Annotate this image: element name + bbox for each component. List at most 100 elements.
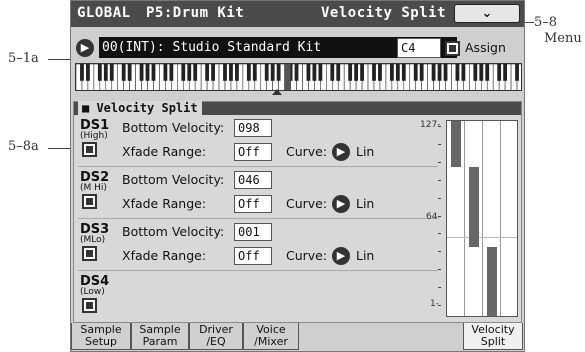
black-key [235, 64, 239, 81]
black-key [485, 64, 490, 81]
graph-column-divider [500, 121, 501, 316]
ds1-curve-arrow-icon[interactable]: ▶ [332, 143, 350, 161]
black-key [497, 64, 502, 81]
black-key [294, 64, 299, 81]
ds3-bottom-velocity-field[interactable]: 001 [234, 223, 272, 241]
tab-sample-param[interactable]: Sample Param [131, 323, 189, 350]
ds2-curve-arrow-icon[interactable]: ▶ [332, 195, 350, 213]
black-key [181, 64, 186, 81]
velocity-range-bar [487, 246, 497, 316]
graph-column-divider [482, 121, 483, 316]
velocity-split-panel: ■ Velocity Split DS1 (High) Bottom Veloc… [73, 101, 522, 323]
ds3-curve-label: Curve: [286, 248, 328, 263]
ds2-curve-label: Curve: [286, 196, 328, 211]
scale-tick [438, 161, 441, 163]
tab-label: Setup [84, 335, 118, 348]
page-menu-button[interactable]: ⌄ [454, 4, 520, 23]
title-bar: GLOBAL P5:Drum Kit Velocity Split ⌄ [71, 1, 524, 27]
tab-label: /Mixer [254, 335, 288, 348]
black-key [419, 64, 424, 81]
tab-velocity-split[interactable]: Velocity Split [463, 323, 523, 350]
ds3-curve-value[interactable]: Lin [356, 248, 374, 263]
ds2-checkbox[interactable] [82, 194, 97, 209]
scale-tick [438, 197, 441, 199]
assign-checkbox[interactable] [445, 41, 460, 56]
selected-key [284, 64, 291, 90]
black-key [389, 64, 394, 81]
black-key [252, 64, 257, 81]
ds1-curve-label: Curve: [286, 144, 328, 159]
divider [78, 166, 438, 167]
black-key [145, 64, 150, 81]
velocity-range-bar [469, 167, 479, 247]
ds1-bottom-velocity-label: Bottom Velocity: [122, 120, 225, 135]
keyboard-display[interactable] [75, 63, 522, 91]
chevron-down-icon: ⌄ [481, 6, 493, 21]
assign-label: Assign [465, 40, 506, 55]
scale-tick [438, 287, 441, 289]
panel-title: ■ Velocity Split [78, 101, 202, 115]
black-key [97, 64, 102, 81]
black-key [336, 64, 341, 81]
black-key [80, 64, 84, 81]
popup-arrow-icon[interactable]: ▶ [76, 39, 94, 57]
tab-label: Split [480, 335, 506, 348]
ds1-bottom-velocity-field[interactable]: 098 [234, 119, 272, 137]
tab-label: /EQ [206, 335, 226, 348]
tab-bar: Sample Setup Sample Param Driver/EQ Voice /… [71, 323, 524, 351]
callout-ds-group: 5–8a [8, 139, 39, 154]
ds1-checkbox[interactable] [82, 142, 97, 157]
black-key [395, 64, 400, 81]
black-key [312, 64, 317, 81]
key-position-marker-icon [272, 89, 282, 95]
black-key [306, 64, 311, 81]
graph-row-divider [447, 237, 517, 238]
black-key [413, 64, 418, 81]
scale-top-label: 127- [420, 120, 441, 130]
ds4-sub-label: (Low) [80, 287, 105, 297]
tab-sample-setup[interactable]: Sample Setup [71, 323, 131, 350]
ds4-checkbox[interactable] [82, 298, 97, 313]
ds2-xfade-field[interactable]: Off [234, 195, 272, 213]
ds2-bottom-velocity-field[interactable]: 046 [234, 171, 272, 189]
ds2-bottom-velocity-label: Bottom Velocity: [122, 172, 225, 187]
black-key [437, 64, 442, 81]
note-field[interactable]: C4 [397, 38, 441, 58]
black-key [229, 64, 233, 81]
black-key [455, 64, 460, 81]
black-key [348, 64, 353, 81]
black-key [443, 64, 448, 81]
black-key [354, 64, 359, 81]
black-key [151, 64, 156, 81]
black-key [86, 64, 90, 81]
black-key [121, 64, 126, 81]
ds2-curve-value[interactable]: Lin [356, 196, 374, 211]
ds3-sub-label: (MLo) [80, 235, 106, 245]
ds1-curve-value[interactable]: Lin [356, 144, 374, 159]
black-key [223, 64, 227, 81]
ds1-xfade-field[interactable]: Off [234, 143, 272, 161]
scale-tick [438, 305, 441, 306]
black-key [187, 64, 192, 81]
black-key [401, 64, 406, 81]
ds3-xfade-field[interactable]: Off [234, 247, 272, 265]
mode-label: GLOBAL [77, 5, 131, 21]
black-key [246, 64, 251, 81]
graph-column-divider [464, 121, 465, 316]
ds2-xfade-label: Xfade Range: [122, 196, 207, 211]
tab-driver-eq[interactable]: Driver/EQ [189, 323, 243, 350]
black-key [109, 64, 114, 81]
black-key [211, 64, 215, 81]
ds3-checkbox[interactable] [82, 246, 97, 261]
black-key [205, 64, 210, 81]
black-key [276, 64, 281, 81]
callout-menu-number: 5–8 [534, 15, 558, 30]
black-key [372, 64, 376, 81]
tab-label: Param [142, 335, 178, 348]
black-key [461, 64, 466, 81]
ds3-curve-arrow-icon[interactable]: ▶ [332, 247, 350, 265]
tab-voice-mixer[interactable]: Voice/Mixer [243, 323, 299, 350]
divider [78, 218, 438, 219]
ds3-xfade-label: Xfade Range: [122, 248, 207, 263]
callout-menu-text: Menu [544, 31, 582, 46]
